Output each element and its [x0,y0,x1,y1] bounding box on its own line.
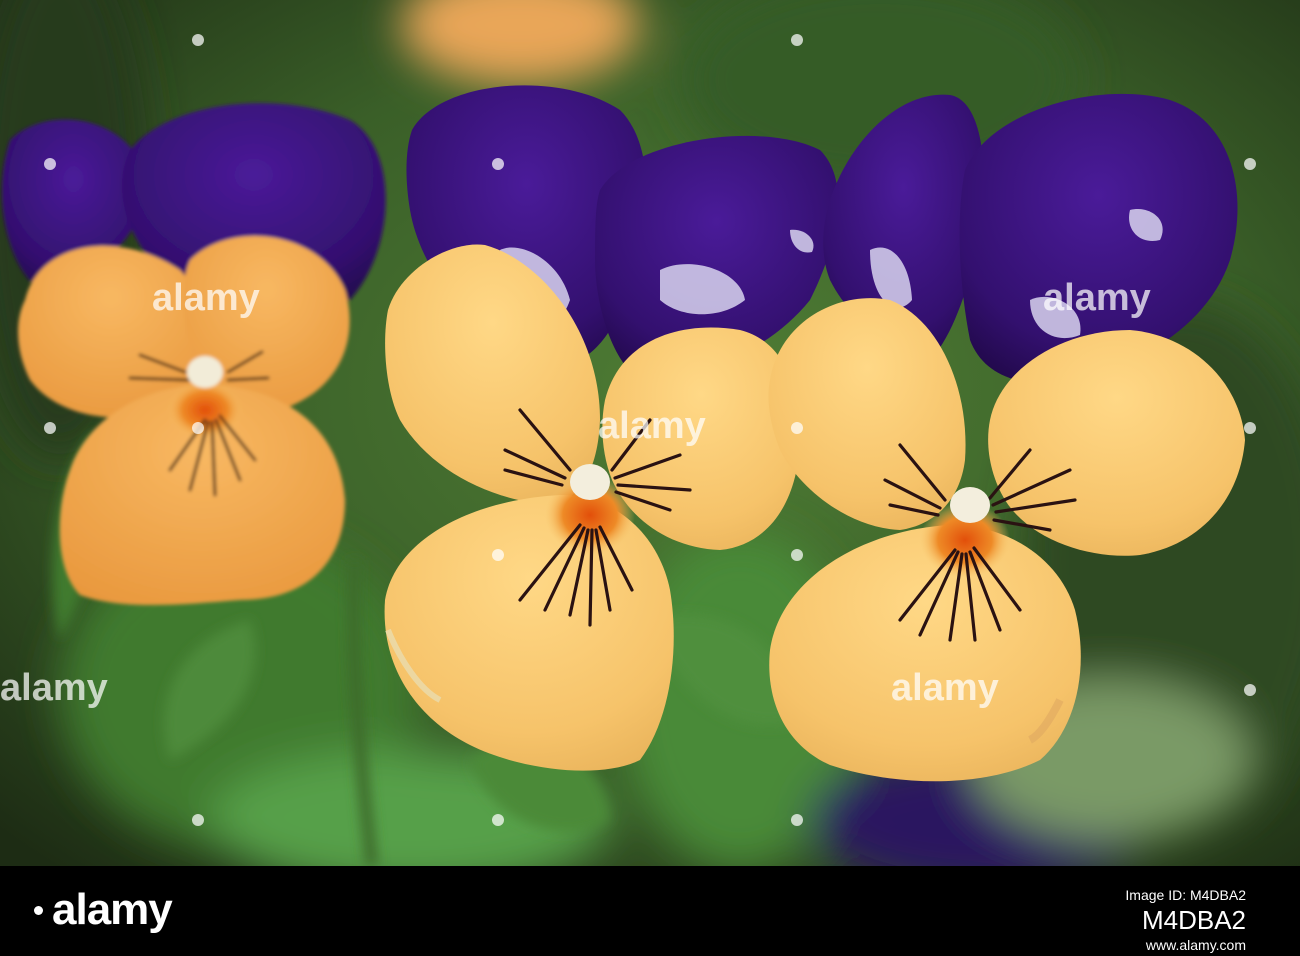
watermark-dot [44,158,56,170]
watermark-dot [791,549,803,561]
footer-logo: alamy [52,885,173,934]
watermark-dot [791,814,803,826]
watermark-dot [192,814,204,826]
watermark-dot [791,422,803,434]
watermark-text: alamy [891,667,999,709]
image-id-label: Image ID: M4DBA2 [1125,887,1246,903]
watermark-dot [192,34,204,46]
watermark-text: alamy [0,667,108,709]
watermark-dot [192,422,204,434]
watermark-dot [1244,158,1256,170]
footer-meta: Image ID: M4DBA2 M4DBA2 www.alamy.com [1125,886,1246,954]
pansy-photo: alamy alamy alamy alamy alamy [0,0,1300,866]
watermark-text: alamy [598,405,706,447]
watermark-dot [44,422,56,434]
footer-bar: alamy Image ID: M4DBA2 M4DBA2 www.alamy.… [0,866,1300,956]
watermark-dot [492,814,504,826]
watermark-text: alamy [1043,277,1151,319]
watermark-text: alamy [152,277,260,319]
site-url: www.alamy.com [1145,937,1246,953]
photograph: alamy alamy alamy alamy alamy [0,0,1300,866]
logo-dot-icon [34,906,43,915]
watermark-dot [492,158,504,170]
watermark-dot [1244,684,1256,696]
watermark-dot [791,34,803,46]
watermark-dot [492,549,504,561]
watermark-dot [1244,422,1256,434]
image-id: M4DBA2 [1141,905,1246,935]
